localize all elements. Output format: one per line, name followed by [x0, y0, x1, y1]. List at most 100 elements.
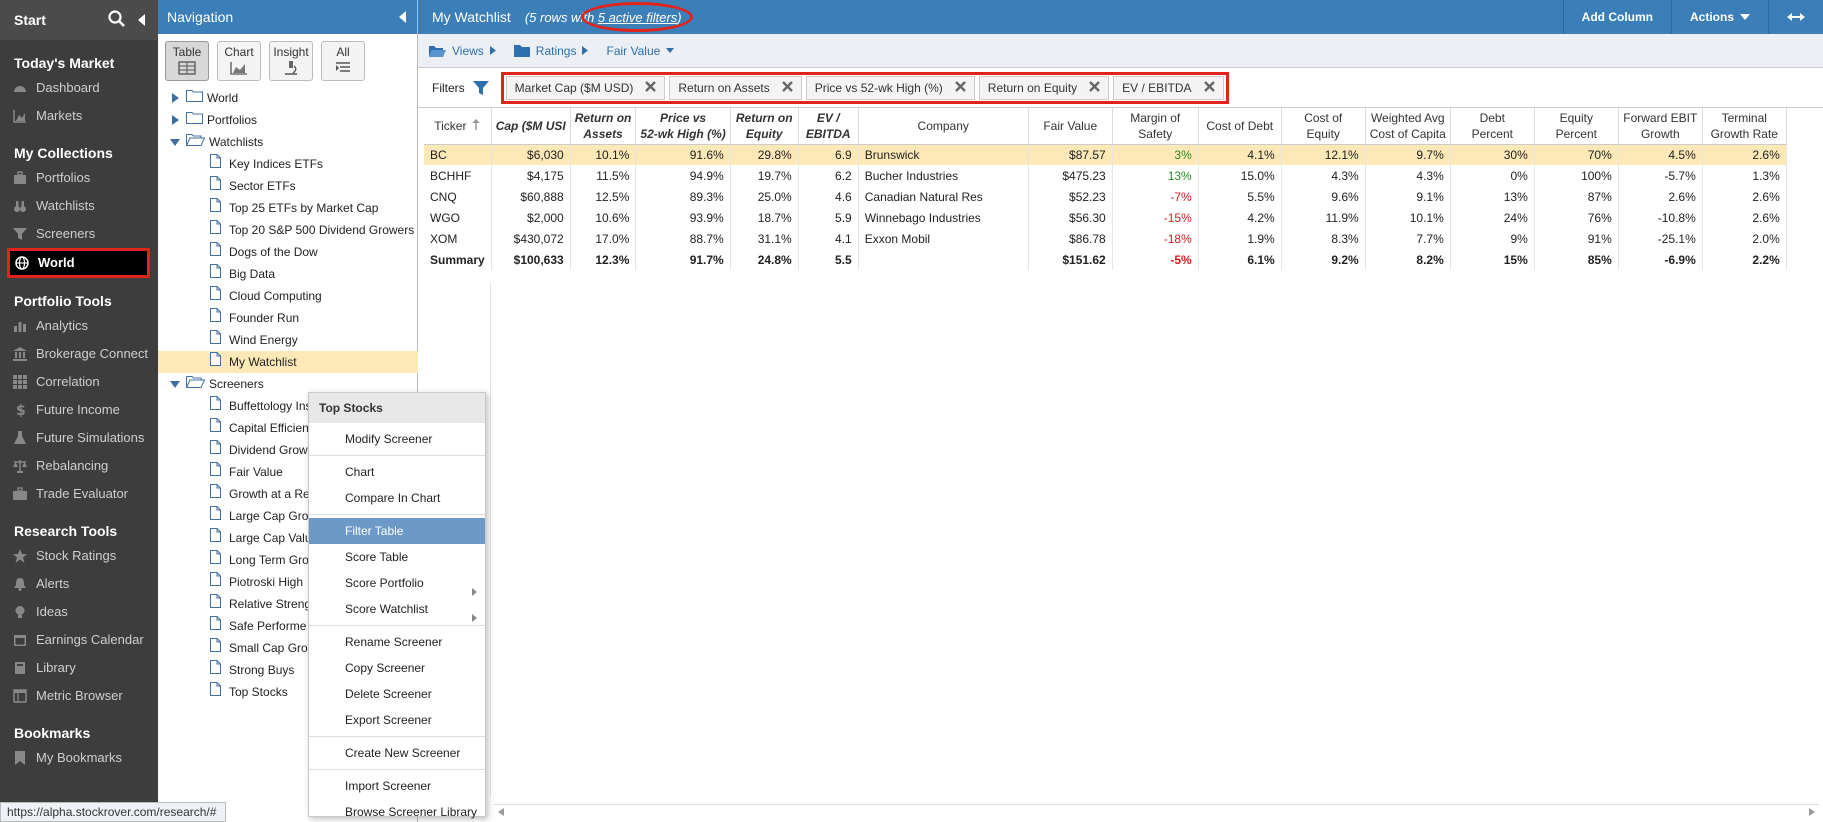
sidebar-item-trade-evaluator[interactable]: Trade Evaluator	[0, 480, 158, 508]
sidebar-item-library[interactable]: Library	[0, 654, 158, 682]
column-header[interactable]: Return on Assets	[570, 108, 637, 145]
sidebar-item-earnings-calendar[interactable]: Earnings Calendar	[0, 626, 158, 654]
column-header[interactable]: Forward EBIT Growth	[1618, 108, 1703, 145]
menu-item-rename-screener[interactable]: Rename Screener	[309, 629, 485, 655]
sidebar-item-dashboard[interactable]: Dashboard	[0, 74, 158, 102]
tree-item[interactable]: Sector ETFs	[158, 175, 418, 197]
column-header[interactable]: Terminal Growth Rate	[1702, 108, 1787, 145]
expanded-arrow-icon[interactable]	[168, 138, 182, 146]
menu-item-score-portfolio[interactable]: Score Portfolio	[309, 570, 485, 596]
column-header[interactable]: Equity Percent	[1534, 108, 1619, 145]
menu-item-score-table[interactable]: Score Table	[309, 544, 485, 570]
scroll-left-icon[interactable]	[498, 807, 504, 816]
column-header[interactable]: Cost of Equity	[1281, 108, 1366, 145]
column-header[interactable]: Fair Value	[1028, 108, 1113, 145]
sidebar-item-screeners[interactable]: Screeners	[0, 220, 158, 248]
horizontal-scrollbar[interactable]	[494, 804, 1819, 818]
column-header[interactable]: Return on Equity	[730, 108, 799, 145]
table-row[interactable]: BC $6,030 10.1% 91.6% 29.8% 6.9 Brunswick $87.5…	[424, 144, 1787, 165]
menu-item-export-screener[interactable]: Export Screener	[309, 707, 485, 733]
sidebar-item-alerts[interactable]: Alerts	[0, 570, 158, 598]
menu-item-copy-screener[interactable]: Copy Screener	[309, 655, 485, 681]
views-menu[interactable]: Views	[428, 44, 496, 58]
remove-filter-icon[interactable]	[781, 77, 793, 99]
tree-item[interactable]: Cloud Computing	[158, 285, 418, 307]
fair-value-menu[interactable]: Fair Value	[606, 44, 675, 58]
remove-filter-icon[interactable]	[1089, 77, 1101, 99]
expanded-arrow-icon[interactable]	[168, 380, 182, 388]
sidebar-item-watchlists[interactable]: Watchlists	[0, 192, 158, 220]
remove-filter-icon[interactable]	[1203, 77, 1215, 99]
sidebar-item-my-bookmarks[interactable]: My Bookmarks	[0, 744, 158, 772]
tree-item[interactable]: Top 25 ETFs by Market Cap	[158, 197, 418, 219]
table-view-button[interactable]: Table	[165, 41, 209, 81]
add-column-button[interactable]: Add Column	[1562, 0, 1671, 34]
column-header[interactable]: Weighted Avg Cost of Capita	[1365, 108, 1451, 145]
menu-item-create-new-screener[interactable]: Create New Screener	[309, 740, 485, 766]
column-header[interactable]: Ticker	[424, 108, 492, 145]
column-header[interactable]: Debt Percent	[1450, 108, 1535, 145]
sidebar-item-ideas[interactable]: Ideas	[0, 598, 158, 626]
table-row[interactable]: BCHHF $4,175 11.5% 94.9% 19.7% 6.2 Bucher Indu…	[424, 165, 1787, 186]
menu-item-import-screener[interactable]: Import Screener	[309, 773, 485, 799]
menu-item-compare-in-chart[interactable]: Compare In Chart	[309, 485, 485, 511]
tree-item[interactable]: Wind Energy	[158, 329, 418, 351]
sidebar-item-analytics[interactable]: Analytics	[0, 312, 158, 340]
collapse-left-icon[interactable]	[138, 13, 146, 29]
sidebar-item-markets[interactable]: Markets	[0, 102, 158, 130]
filter-chip[interactable]: Market Cap ($M USD)	[505, 75, 666, 100]
tree-item[interactable]: My Watchlist	[158, 351, 418, 373]
menu-item-delete-screener[interactable]: Delete Screener	[309, 681, 485, 707]
scroll-right-icon[interactable]	[1809, 807, 1815, 816]
tree-folder[interactable]: Watchlists	[158, 131, 418, 153]
column-header[interactable]: Cost of Debt	[1198, 108, 1282, 145]
remove-filter-icon[interactable]	[645, 77, 657, 99]
sidebar-item-future-income[interactable]: $ Future Income	[0, 396, 158, 424]
sidebar-item-metric-browser[interactable]: Metric Browser	[0, 682, 158, 710]
menu-item-browse-screener-library[interactable]: Browse Screener Library	[309, 799, 485, 822]
filter-chip[interactable]: Price vs 52-wk High (%)	[805, 75, 975, 100]
insight-view-button[interactable]: Insight	[269, 41, 313, 81]
filter-icon[interactable]	[472, 80, 489, 96]
menu-item-filter-table[interactable]: Filter Table	[309, 518, 485, 544]
column-header[interactable]: Price vs 52-wk High (%)	[635, 108, 731, 145]
sidebar-item-world[interactable]: World	[7, 248, 150, 278]
ratings-menu[interactable]: Ratings	[513, 44, 589, 58]
table-row[interactable]: WGO $2,000 10.6% 93.9% 18.7% 5.9 Winnebago Ind…	[424, 207, 1787, 228]
chart-view-button[interactable]: Chart	[217, 41, 261, 81]
column-header[interactable]: EV / EBITDA	[798, 108, 859, 145]
collapse-navigation-icon[interactable]	[399, 10, 407, 26]
tree-folder[interactable]: World	[158, 87, 418, 109]
menu-item-modify-screener[interactable]: Modify Screener	[309, 426, 485, 452]
sort-ascending-icon[interactable]	[472, 118, 481, 133]
sidebar-item-portfolios[interactable]: Portfolios	[0, 164, 158, 192]
tree-item[interactable]: Top 20 S&P 500 Dividend Growers	[158, 219, 418, 241]
remove-filter-icon[interactable]	[954, 77, 966, 99]
table-row[interactable]: CNQ $60,888 12.5% 89.3% 25.0% 4.6 Canadian Nat…	[424, 186, 1787, 207]
tree-folder[interactable]: Portfolios	[158, 109, 418, 131]
sidebar-item-stock-ratings[interactable]: Stock Ratings	[0, 542, 158, 570]
column-header[interactable]: Margin of Safety	[1112, 108, 1199, 145]
sidebar-item-brokerage-connect[interactable]: Brokerage Connect	[0, 340, 158, 368]
tree-item[interactable]: Key Indices ETFs	[158, 153, 418, 175]
menu-item-chart[interactable]: Chart	[309, 459, 485, 485]
start-bar[interactable]: Start	[0, 0, 158, 40]
sidebar-item-correlation[interactable]: Correlation	[0, 368, 158, 396]
actions-button[interactable]: Actions	[1670, 0, 1768, 34]
column-header[interactable]: Cap ($M USI	[491, 108, 571, 145]
collapsed-arrow-icon[interactable]	[168, 115, 182, 125]
filter-chip[interactable]: Return on Assets	[669, 75, 802, 100]
expand-button[interactable]	[1768, 0, 1823, 34]
tree-item[interactable]: Big Data	[158, 263, 418, 285]
search-icon[interactable]	[108, 10, 126, 31]
collapsed-arrow-icon[interactable]	[168, 93, 182, 103]
sidebar-item-rebalancing[interactable]: Rebalancing	[0, 452, 158, 480]
filter-chip[interactable]: Return on Equity	[978, 75, 1110, 100]
tree-item[interactable]: Founder Run	[158, 307, 418, 329]
table-row[interactable]: XOM $430,072 17.0% 88.7% 31.1% 4.1 Exxon Mobil…	[424, 228, 1787, 249]
column-header[interactable]: Company	[858, 108, 1029, 145]
menu-item-score-watchlist[interactable]: Score Watchlist	[309, 596, 485, 622]
sidebar-item-future-simulations[interactable]: Future Simulations	[0, 424, 158, 452]
summary-row[interactable]: Summary $100,633 12.3% 91.7% 24.8% 5.5 $151.62…	[424, 249, 1787, 270]
all-view-button[interactable]: All	[321, 41, 365, 81]
